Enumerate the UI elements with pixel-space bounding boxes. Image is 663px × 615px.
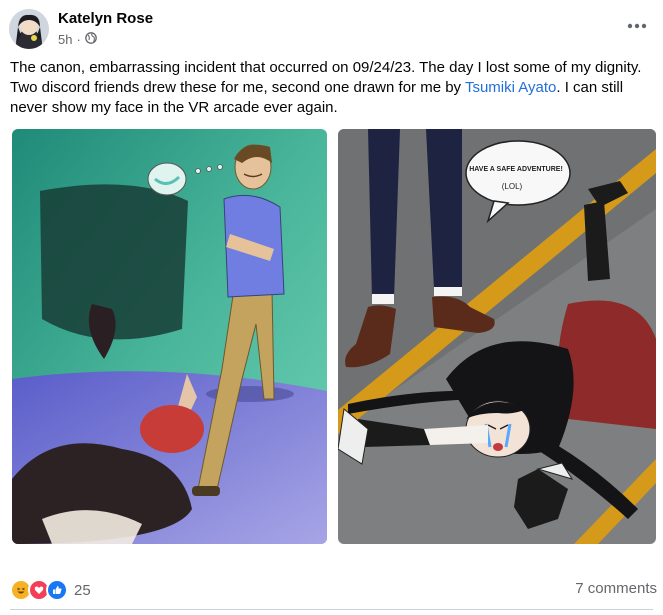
comments-count-link[interactable]: 7 comments [575,580,657,597]
post-image-1[interactable] [12,129,327,544]
feed-post: Katelyn Rose 5h · The canon, embarrassin… [0,0,663,615]
comic-speech-text: HAVE A SAFE ADVENTURE! [469,166,563,173]
globe-icon [84,32,97,47]
footer-divider [10,609,653,610]
more-options-button[interactable] [625,14,649,38]
author-avatar[interactable] [9,9,49,49]
post-image-2[interactable]: HAVE A SAFE ADVENTURE! (LOL) [338,129,656,544]
comic-lol-text: (LOL) [502,182,523,191]
reaction-count: 25 [74,581,91,599]
reaction-summary[interactable]: 25 [10,579,91,601]
mention-link[interactable]: Tsumiki Ayato [465,79,556,96]
author-name[interactable]: Katelyn Rose [58,10,153,27]
post-time[interactable]: 5h [58,32,72,47]
more-horizontal-icon [627,23,647,29]
post-caption: The canon, embarrassing incident that oc… [10,59,642,116]
post-meta: 5h · [58,32,97,47]
like-icon [46,579,68,601]
